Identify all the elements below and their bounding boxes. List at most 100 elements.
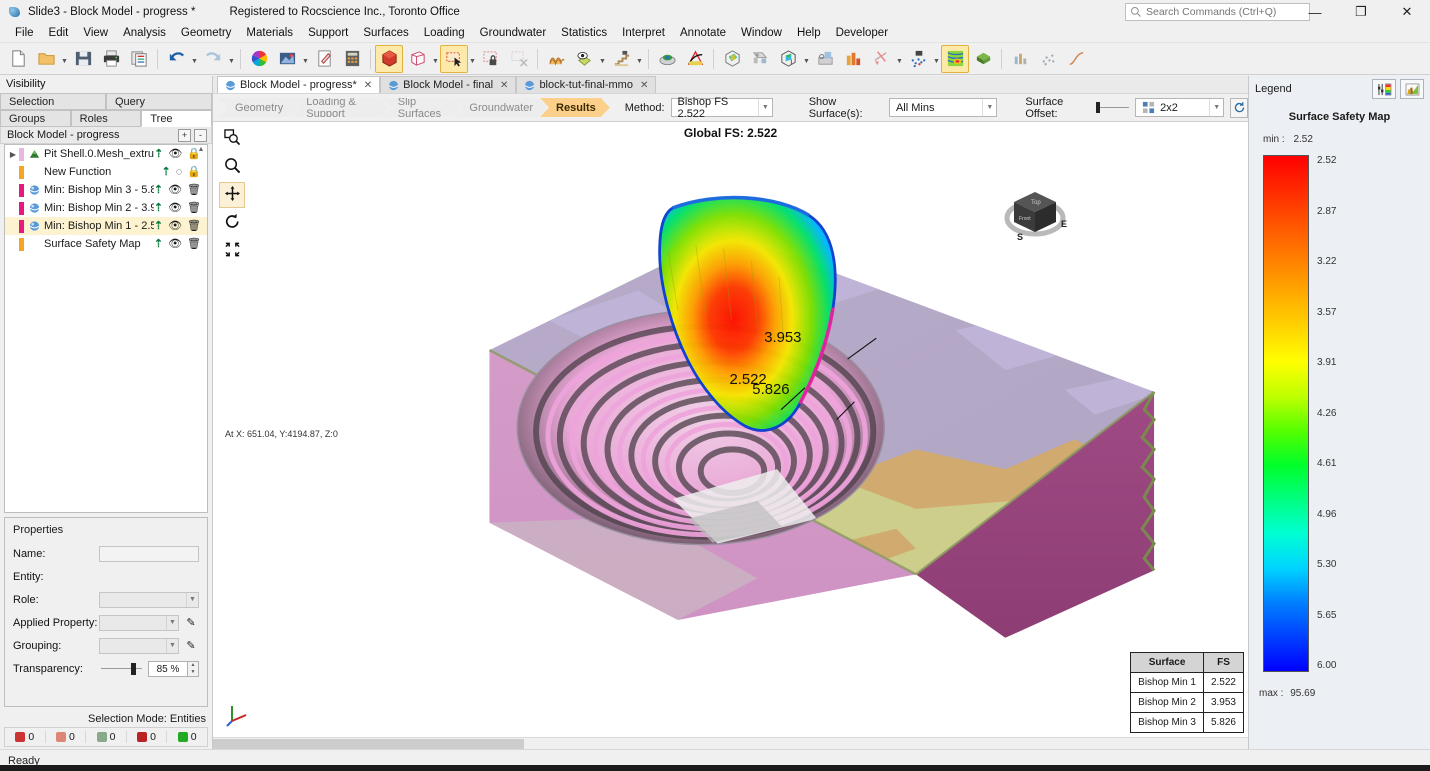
cross-section-button[interactable] xyxy=(867,45,895,73)
tree-item[interactable]: ▶Pit Shell.0.Mesh_extruded⇡👁🔒 xyxy=(5,145,207,163)
chevron-down-icon[interactable]: ▼ xyxy=(468,45,477,73)
edit-pencil-icon[interactable]: ✎ xyxy=(183,616,199,629)
scatter-plot-button[interactable] xyxy=(1034,45,1062,73)
document-tab[interactable]: Block Model - final ✕ xyxy=(380,76,517,93)
contour-3d-button[interactable] xyxy=(718,45,746,73)
pin-icon[interactable]: ⇡ xyxy=(154,238,163,250)
menu-support[interactable]: Support xyxy=(301,25,355,41)
chevron-down-icon[interactable]: ▼ xyxy=(757,99,772,116)
tab-selection[interactable]: Selection xyxy=(0,93,106,110)
chevron-down-icon[interactable]: ▼ xyxy=(802,45,811,73)
histogram-button[interactable] xyxy=(1006,45,1034,73)
name-field[interactable] xyxy=(99,545,199,562)
edit-pencil-icon-2[interactable]: ✎ xyxy=(183,639,199,652)
eye-icon[interactable]: 👁 xyxy=(168,184,182,196)
open-folder-button[interactable] xyxy=(32,45,60,73)
menu-interpret[interactable]: Interpret xyxy=(615,25,672,41)
close-tab-icon[interactable]: ✕ xyxy=(364,80,372,91)
calculator-button[interactable] xyxy=(338,45,366,73)
image-button[interactable] xyxy=(273,45,301,73)
copy-button[interactable] xyxy=(125,45,153,73)
chevron-down-icon-2[interactable]: ▼ xyxy=(982,99,996,116)
search-input[interactable] xyxy=(1146,6,1305,18)
bar-results-button[interactable] xyxy=(839,45,867,73)
chevron-down-icon[interactable]: ▼ xyxy=(895,45,904,73)
workflow-step-groundwater[interactable]: Groundwater xyxy=(453,98,547,117)
rotate-tool[interactable] xyxy=(219,210,245,236)
show-surfaces-select[interactable]: All Mins ▼ xyxy=(888,98,998,117)
clear-selection-button[interactable] xyxy=(505,45,533,73)
print-button[interactable] xyxy=(97,45,125,73)
chevron-down-icon[interactable]: ▼ xyxy=(227,45,236,73)
block-model-button[interactable] xyxy=(681,45,709,73)
grid-select[interactable]: 2x2 ▼ xyxy=(1135,98,1225,117)
zoom-all-tool[interactable] xyxy=(219,238,245,264)
cube-axes-button[interactable] xyxy=(774,45,802,73)
document-tab[interactable]: Block Model - progress* ✕ xyxy=(217,76,381,93)
material-block-button[interactable] xyxy=(969,45,997,73)
expand-all-button[interactable]: + xyxy=(178,128,191,142)
save-button[interactable] xyxy=(69,45,97,73)
legend-chart-button[interactable] xyxy=(1400,79,1424,99)
view-cube[interactable]: Top Front E S xyxy=(998,180,1072,246)
menu-geometry[interactable]: Geometry xyxy=(174,25,239,41)
eye-icon[interactable]: 👁 xyxy=(168,238,182,250)
chevron-down-icon[interactable]: ▼ xyxy=(60,45,69,73)
fs-graph-button[interactable] xyxy=(746,45,774,73)
tree-item[interactable]: Min: Bishop Min 3 - 5.826⇡ 👁 🗑 xyxy=(5,181,207,199)
pin-icon[interactable]: ⇡ xyxy=(154,220,163,232)
cumulative-plot-button[interactable] xyxy=(1062,45,1090,73)
undo-button[interactable] xyxy=(162,45,190,73)
workflow-step-geometry[interactable]: Geometry xyxy=(219,98,297,117)
annotate-page-button[interactable] xyxy=(310,45,338,73)
new-document-button[interactable] xyxy=(4,45,32,73)
pin-icon[interactable]: ⇡ xyxy=(154,148,163,160)
menu-surfaces[interactable]: Surfaces xyxy=(356,25,415,41)
query-surface-button[interactable] xyxy=(811,45,839,73)
tab-roles[interactable]: Roles xyxy=(70,110,142,127)
tree-item[interactable]: Min: Bishop Min 2 - 3.953⇡ 👁 🗑 xyxy=(5,199,207,217)
workflow-step-loading-support[interactable]: Loading & Support xyxy=(290,98,388,117)
workflow-step-results[interactable]: Results xyxy=(540,98,610,117)
transparency-stepper[interactable]: ▲ ▼ xyxy=(188,660,199,677)
legend-settings-button[interactable] xyxy=(1372,79,1396,99)
chevron-down-icon[interactable]: ▼ xyxy=(635,45,644,73)
transparency-value[interactable]: 85 % xyxy=(148,660,188,677)
menu-view[interactable]: View xyxy=(76,25,115,41)
layers-button[interactable] xyxy=(542,45,570,73)
transparency-slider[interactable] xyxy=(99,661,144,677)
menu-statistics[interactable]: Statistics xyxy=(554,25,614,41)
expand-arrow-icon[interactable]: ▶ xyxy=(7,150,19,159)
role-select[interactable]: ▼ xyxy=(99,591,199,608)
document-tab[interactable]: block-tut-final-mmo ✕ xyxy=(516,76,657,93)
menu-developer[interactable]: Developer xyxy=(829,25,895,41)
select-box-button[interactable] xyxy=(440,44,468,73)
surface-offset-slider[interactable] xyxy=(1095,99,1130,117)
chevron-down-icon[interactable]: ▼ xyxy=(598,45,607,73)
search-commands-box[interactable] xyxy=(1125,3,1310,21)
chevron-down-icon[interactable]: ▼ xyxy=(932,45,941,73)
tree-item[interactable]: New Function ⇡ ◌ 🔒 xyxy=(5,163,207,181)
close-tab-icon[interactable]: ✕ xyxy=(640,80,648,91)
lock-icon[interactable]: 🔒 xyxy=(187,166,201,178)
stairs-excavate-button[interactable] xyxy=(607,45,635,73)
redo-button[interactable] xyxy=(199,45,227,73)
refresh-button[interactable] xyxy=(1230,97,1248,118)
pan-tool[interactable] xyxy=(219,182,245,208)
delete-icon[interactable]: 🗑 xyxy=(187,202,201,214)
tab-tree[interactable]: Tree xyxy=(141,110,213,127)
zoom-window-tool[interactable] xyxy=(219,126,245,152)
eye-icon[interactable]: 👁 xyxy=(168,220,182,232)
block-model-render[interactable]: 3.9532.5225.826 xyxy=(213,122,1248,737)
menu-file[interactable]: File xyxy=(8,25,41,41)
visibility-tree[interactable]: ▶Pit Shell.0.Mesh_extruded⇡👁🔒New Functio… xyxy=(4,144,208,513)
wireframe-box-button[interactable] xyxy=(403,45,431,73)
eye-off-icon[interactable]: ◌ xyxy=(176,166,183,178)
menu-window[interactable]: Window xyxy=(734,25,789,41)
chevron-down-icon[interactable]: ▼ xyxy=(431,45,440,73)
menu-loading[interactable]: Loading xyxy=(417,25,472,41)
minimize-button[interactable]: — xyxy=(1292,0,1338,24)
eye-icon[interactable]: 👁 xyxy=(168,202,182,214)
scatter-points-button[interactable] xyxy=(904,45,932,73)
grouping-select[interactable]: ▼ xyxy=(99,637,179,654)
